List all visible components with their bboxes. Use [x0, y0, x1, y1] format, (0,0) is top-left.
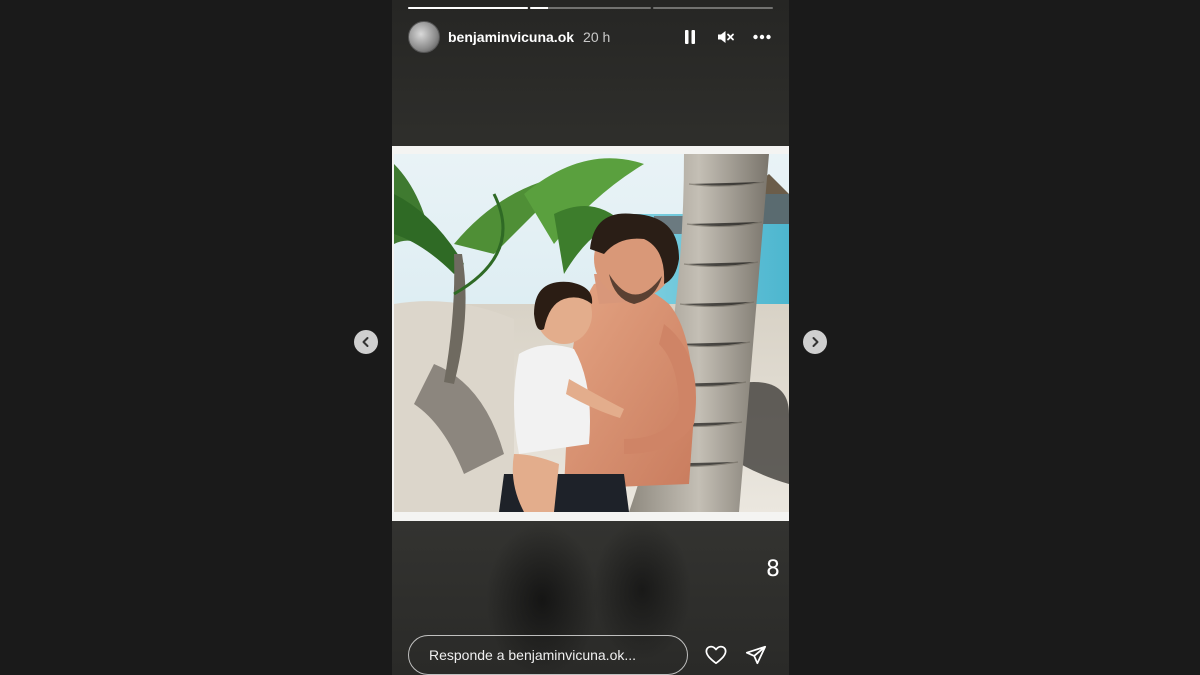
- heart-icon: [705, 645, 727, 665]
- more-options-icon: [753, 34, 771, 40]
- send-icon: [745, 645, 767, 665]
- story-controls: [679, 26, 773, 48]
- page-number-text: 8: [766, 557, 780, 582]
- reply-input[interactable]: [408, 635, 688, 675]
- story-header: benjaminvicuna.ok 20 h: [408, 21, 773, 53]
- chevron-left-icon: [362, 337, 369, 347]
- more-options-button[interactable]: [751, 26, 773, 48]
- like-button[interactable]: [705, 644, 727, 666]
- reply-actions: [705, 644, 773, 666]
- beach-photo-content: [394, 154, 789, 512]
- progress-segment: [530, 7, 651, 9]
- muted-speaker-icon: [718, 31, 734, 43]
- story-viewer[interactable]: benjaminvicuna.ok 20 h 8 Responde a benj…: [392, 0, 789, 675]
- mute-button[interactable]: [715, 26, 737, 48]
- story-photo: [392, 146, 789, 521]
- beach-scene-image: [394, 154, 789, 512]
- story-progress-bar: [408, 7, 773, 9]
- reply-bar: [408, 635, 773, 675]
- story-time: 20 h: [583, 29, 611, 45]
- previous-story-button[interactable]: [354, 330, 378, 354]
- progress-segment: [652, 7, 773, 9]
- pause-icon: [685, 30, 695, 44]
- pause-button[interactable]: [679, 26, 701, 48]
- next-story-button[interactable]: [803, 330, 827, 354]
- progress-segment: [408, 7, 529, 9]
- profile-avatar[interactable]: [408, 21, 440, 53]
- story-username[interactable]: benjaminvicuna.ok: [448, 29, 574, 45]
- share-button[interactable]: [745, 644, 767, 666]
- chevron-right-icon: [812, 337, 819, 347]
